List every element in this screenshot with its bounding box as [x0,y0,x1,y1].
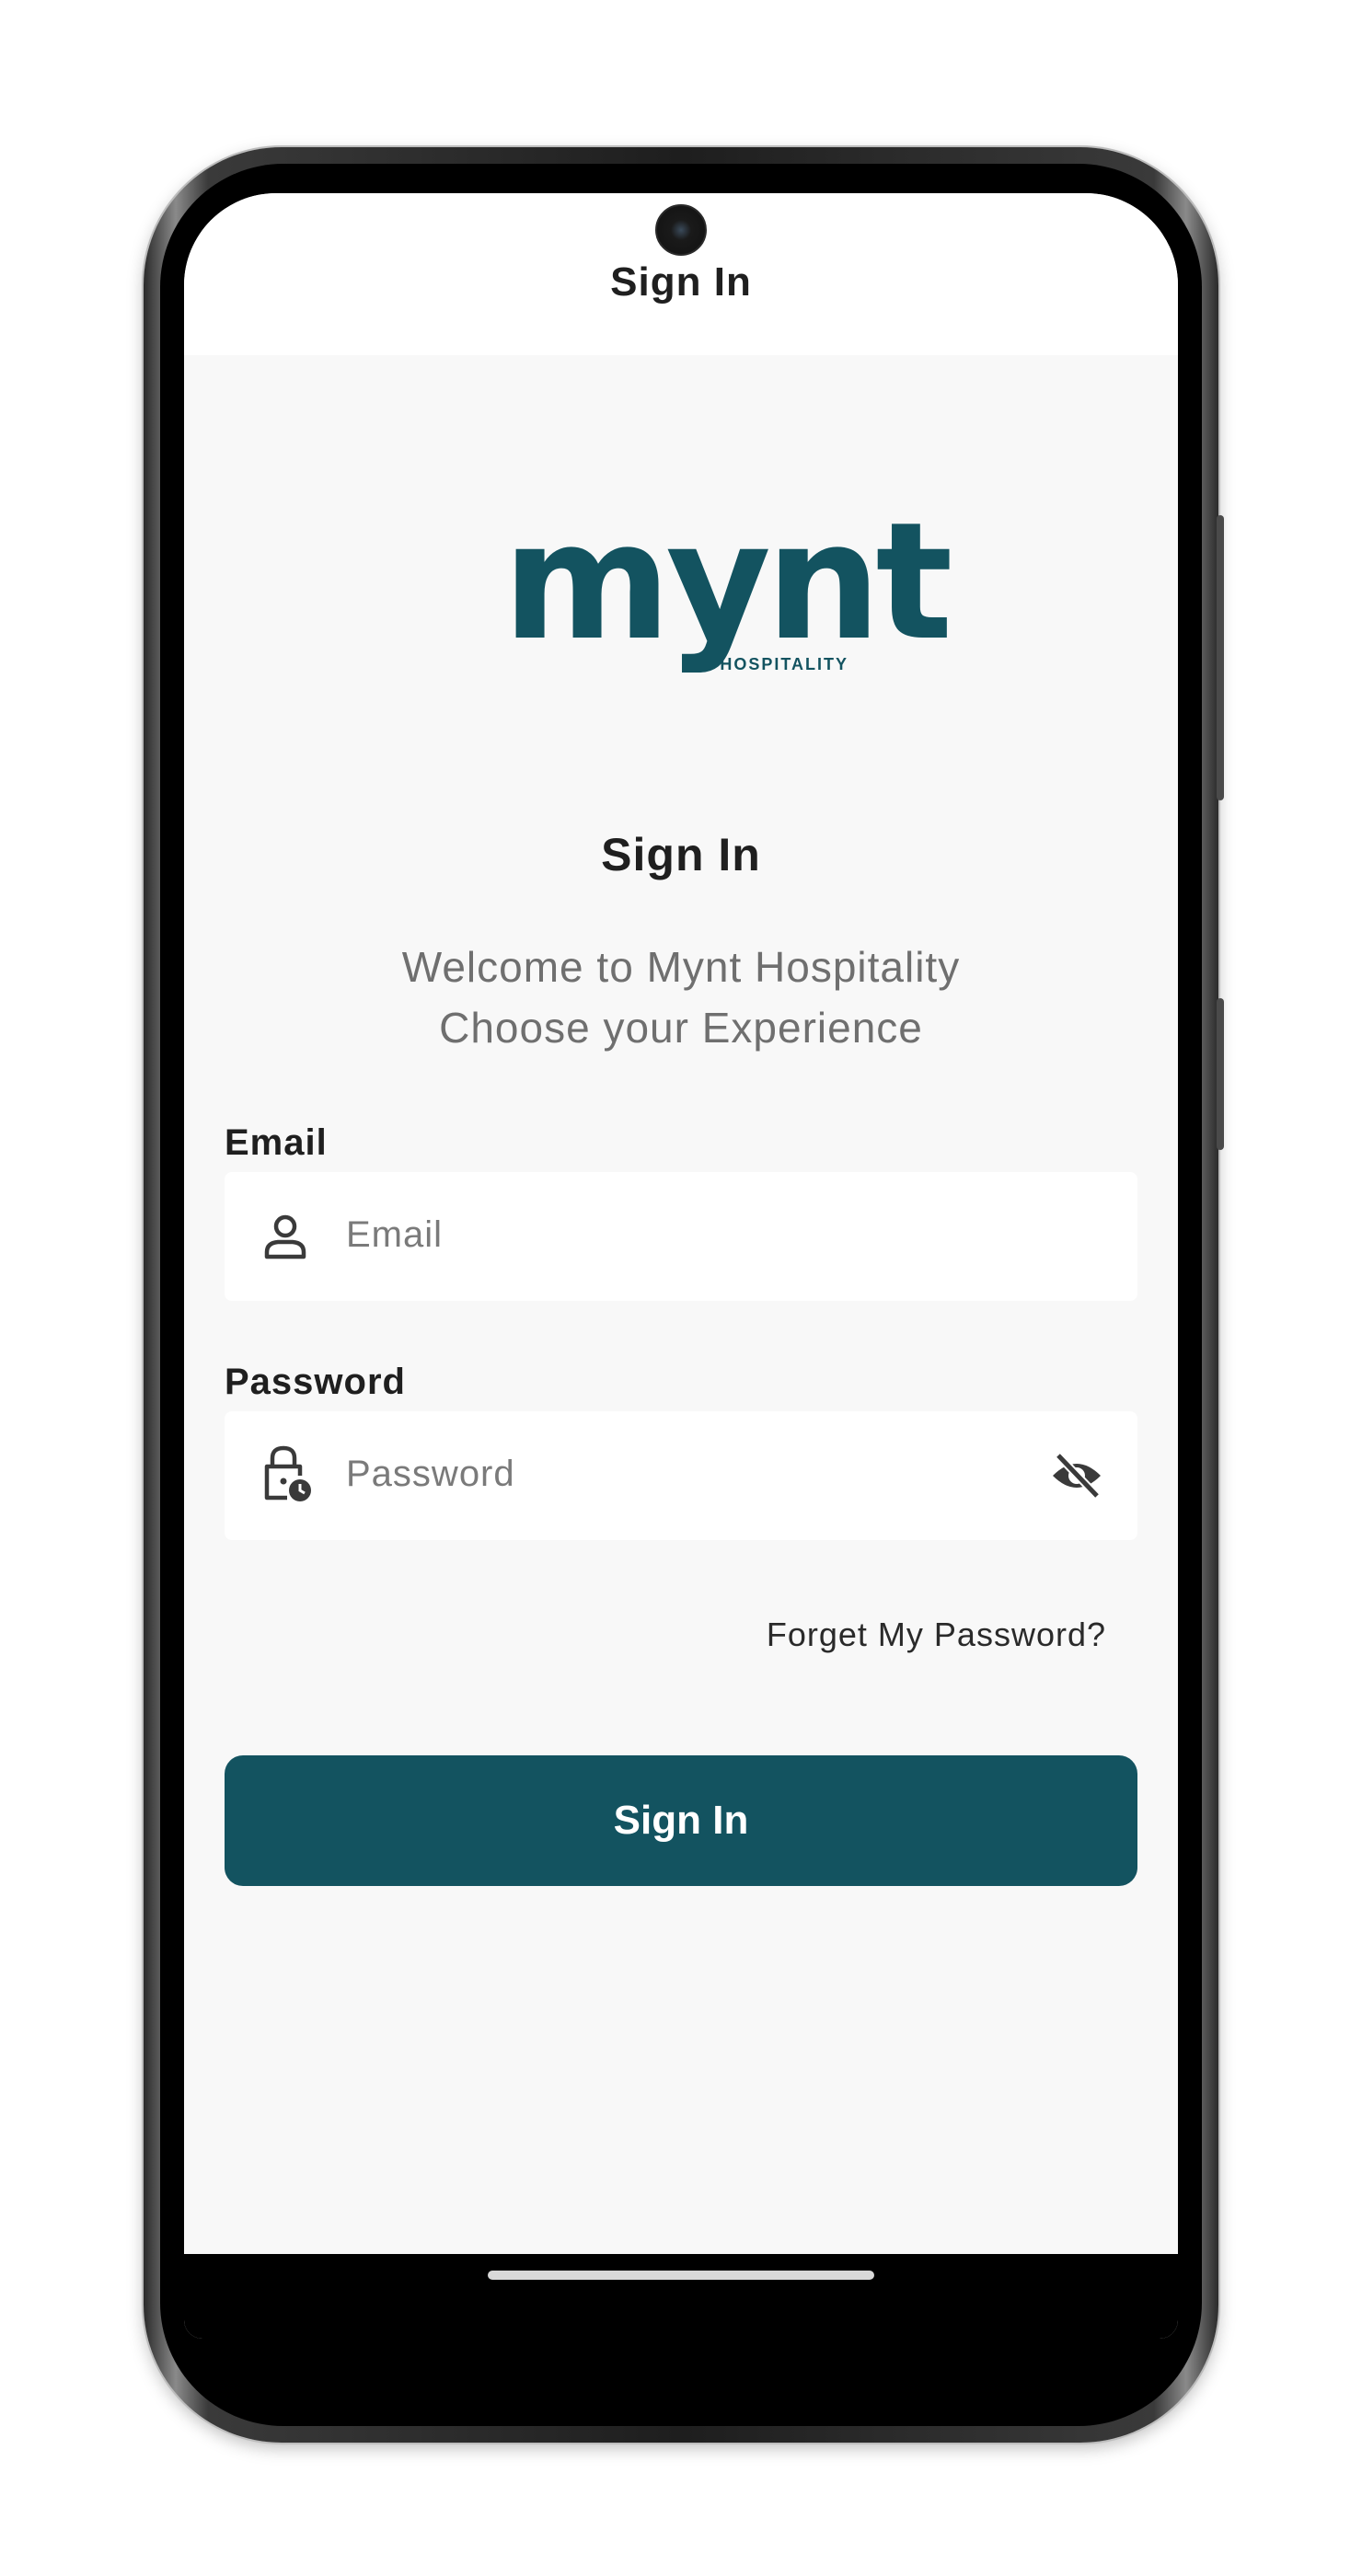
email-label: Email [225,1122,328,1163]
password-field[interactable]: Password [225,1411,1137,1540]
logo-wordmark: mynt [502,488,953,676]
logo-tagline: HOSPITALITY [720,655,848,673]
password-label: Password [225,1362,406,1402]
app-screen: Sign In mynt HOSPITALITY Sign In Welcome… [184,193,1178,2339]
page-title: Sign In [601,829,761,880]
password-placeholder: Password [346,1454,515,1494]
email-field[interactable]: Email [225,1172,1137,1301]
sign-in-button[interactable]: Sign In [225,1755,1137,1886]
forgot-password-link[interactable]: Forget My Password? [767,1616,1106,1654]
user-icon [260,1211,311,1262]
brand-logo: mynt HOSPITALITY [502,488,953,718]
welcome-line-2: Choose your Experience [439,1004,923,1052]
lock-clock-icon [260,1445,311,1501]
header-title: Sign In [610,259,752,305]
eye-off-icon[interactable] [1049,1450,1104,1501]
front-camera [655,204,707,256]
device-frame: Sign In mynt HOSPITALITY Sign In Welcome… [0,0,1362,2576]
system-nav-bar [184,2254,1178,2339]
home-indicator[interactable] [488,2271,874,2280]
email-placeholder: Email [346,1214,444,1255]
volume-button [1217,998,1224,1150]
welcome-message: Welcome to Mynt Hospitality Choose your … [184,937,1178,1058]
power-button [1217,515,1224,800]
app-header: Sign In [184,193,1178,355]
welcome-line-1: Welcome to Mynt Hospitality [401,943,961,991]
